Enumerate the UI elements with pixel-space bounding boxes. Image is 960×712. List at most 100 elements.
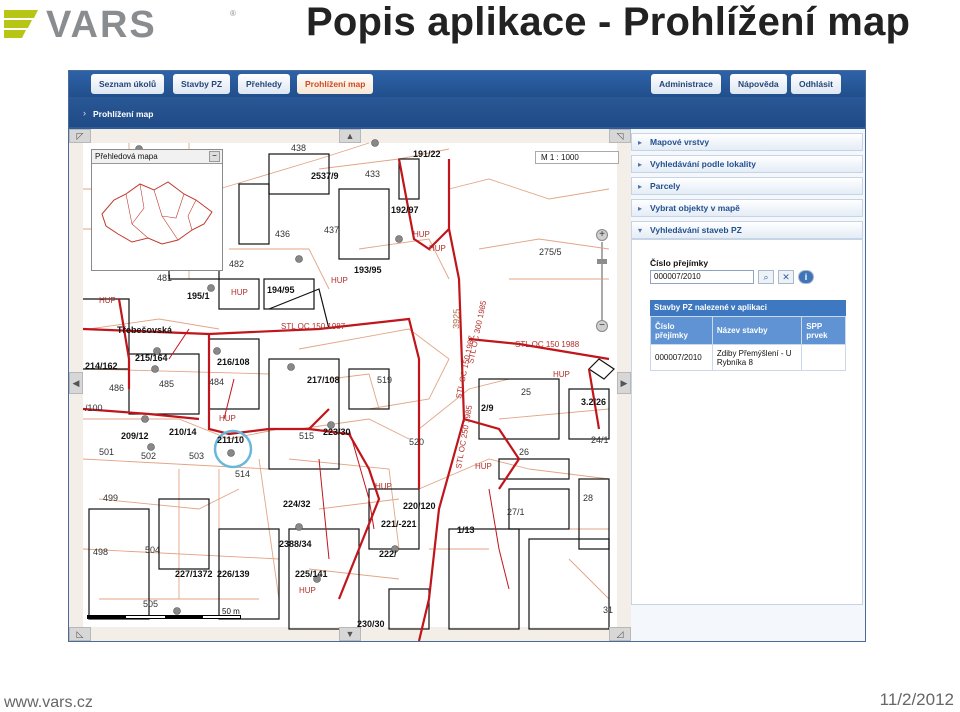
results-title: Stavby PZ nalezené v aplikaci	[650, 300, 846, 316]
zoom-slider-track[interactable]	[601, 242, 603, 320]
svg-text:3.2/26: 3.2/26	[581, 397, 606, 407]
col-cislo-prejimky[interactable]: Číslo přejímky	[650, 316, 713, 345]
svg-text:230/30: 230/30	[357, 619, 385, 629]
zoom-control[interactable]: + −	[596, 229, 608, 333]
svg-text:221/-221: 221/-221	[381, 519, 417, 529]
field-label-cislo-prejimky: Číslo přejímky	[650, 258, 709, 268]
svg-text:/100: /100	[85, 403, 103, 413]
svg-text:484: 484	[209, 377, 224, 387]
cell-spp[interactable]	[801, 344, 846, 371]
section-vyhledavani-staveb[interactable]: ▾ Vyhledávání staveb PZ	[631, 221, 863, 239]
svg-text:499: 499	[103, 493, 118, 503]
cell-cislo[interactable]: 000007/2010	[650, 344, 713, 371]
nav-prehledy[interactable]: Přehledy	[238, 74, 290, 94]
section-label: Vybrat objekty v mapě	[650, 203, 740, 213]
svg-text:223/30: 223/30	[323, 427, 351, 437]
clear-icon[interactable]: ✕	[778, 270, 794, 284]
pan-north-icon[interactable]: ▲	[339, 129, 361, 143]
svg-text:482: 482	[229, 259, 244, 269]
svg-text:501: 501	[99, 447, 114, 457]
svg-text:HUP: HUP	[219, 414, 236, 423]
svg-text:27/1: 27/1	[507, 507, 525, 517]
footer-url: www.vars.cz	[4, 694, 93, 711]
svg-text:222/: 222/	[379, 549, 397, 559]
zoom-out-button[interactable]: −	[596, 320, 608, 332]
svg-text:220/120: 220/120	[403, 501, 436, 511]
col-nazev-stavby[interactable]: Název stavby	[711, 316, 803, 345]
svg-text:438: 438	[291, 143, 306, 153]
breadcrumb-chevron-icon: ›	[83, 108, 86, 118]
svg-text:25: 25	[521, 387, 531, 397]
svg-text:519: 519	[377, 375, 392, 385]
svg-text:26: 26	[519, 447, 529, 457]
section-label: Mapové vrstvy	[650, 137, 710, 147]
col-spp-prvek[interactable]: SPP prvek	[801, 316, 846, 345]
svg-text:211/10: 211/10	[217, 435, 244, 445]
zoom-in-button[interactable]: +	[596, 229, 608, 241]
zoom-slider-thumb[interactable]	[597, 259, 607, 264]
svg-text:226/139: 226/139	[217, 569, 250, 579]
section-mapove-vrstvy[interactable]: ▸ Mapové vrstvy	[631, 133, 863, 151]
chevron-down-icon: ▾	[638, 226, 643, 235]
svg-text:437: 437	[324, 225, 339, 235]
svg-text:STL OC 150 1988: STL OC 150 1988	[515, 340, 580, 349]
scale-display: M 1 : 1000	[535, 151, 619, 164]
search-icon[interactable]: ⌕	[758, 270, 774, 284]
svg-text:215/164: 215/164	[135, 353, 168, 363]
svg-text:HUP: HUP	[413, 230, 430, 239]
svg-text:504: 504	[145, 545, 160, 555]
svg-text:214/162: 214/162	[85, 361, 118, 371]
svg-text:227/1372: 227/1372	[175, 569, 213, 579]
svg-text:HUP: HUP	[299, 586, 316, 595]
svg-text:2388/34: 2388/34	[279, 539, 312, 549]
pan-northwest-icon[interactable]: ◸	[69, 129, 91, 143]
overview-minimize-button[interactable]: −	[209, 151, 220, 162]
breadcrumb: › Prohlížení map	[69, 97, 865, 127]
app-window: Seznam úkolů Stavby PZ Přehledy Prohlíže…	[68, 70, 866, 642]
svg-text:224/32: 224/32	[283, 499, 311, 509]
nav-odhlasit[interactable]: Odhlásit	[791, 74, 842, 94]
section-parcely[interactable]: ▸ Parcely	[631, 177, 863, 195]
cislo-prejimky-input[interactable]: 000007/2010	[650, 270, 754, 284]
overview-map[interactable]: Přehledová mapa −	[91, 149, 223, 271]
svg-text:502: 502	[141, 451, 156, 461]
nav-napoveda[interactable]: Nápověda	[730, 74, 787, 94]
svg-text:191/22: 191/22	[413, 149, 441, 159]
pan-southeast-icon[interactable]: ◿	[609, 627, 631, 641]
svg-text:433: 433	[365, 169, 380, 179]
svg-text:HUP: HUP	[429, 244, 446, 253]
svg-text:HUP: HUP	[231, 288, 248, 297]
section-label: Parcely	[650, 181, 681, 191]
svg-text:3925: 3925	[451, 309, 462, 329]
slide-title: Popis aplikace - Prohlížení map	[306, 0, 911, 44]
section-vyhledavani-lokality[interactable]: ▸ Vyhledávání podle lokality	[631, 155, 863, 173]
svg-text:Třebešovská: Třebešovská	[117, 325, 173, 335]
section-vybrat-objekty[interactable]: ▸ Vybrat objekty v mapě	[631, 199, 863, 217]
svg-text:486: 486	[109, 383, 124, 393]
nav-administrace[interactable]: Administrace	[651, 74, 721, 94]
pan-east-icon[interactable]: ▶	[617, 372, 631, 394]
svg-text:1/13: 1/13	[457, 525, 475, 535]
svg-text:505: 505	[143, 599, 158, 609]
footer-date: 11/2/2012	[879, 690, 954, 709]
nav-seznam-ukolu[interactable]: Seznam úkolů	[91, 74, 165, 94]
logo-mark-icon	[4, 10, 38, 38]
nav-prohlizeni-map[interactable]: Prohlížení map	[297, 74, 374, 94]
svg-text:217/108: 217/108	[307, 375, 340, 385]
info-icon[interactable]: i	[798, 270, 814, 284]
scalebar-label: 50 m	[222, 607, 240, 616]
svg-text:216/108: 216/108	[217, 357, 250, 367]
nav-stavby-pz[interactable]: Stavby PZ	[173, 74, 231, 94]
pan-south-icon[interactable]: ▼	[339, 627, 361, 641]
table-row[interactable]: 000007/2010 Zdiby Přemýšlení - U Rybníka…	[650, 344, 846, 371]
svg-text:515: 515	[299, 431, 314, 441]
pan-west-icon[interactable]: ◀	[69, 372, 83, 394]
pan-northeast-icon[interactable]: ◹	[609, 129, 631, 143]
svg-text:HUP: HUP	[331, 276, 348, 285]
pan-southwest-icon[interactable]: ◺	[69, 627, 91, 641]
breadcrumb-label[interactable]: Prohlížení map	[93, 109, 153, 119]
chevron-right-icon: ▸	[638, 160, 643, 169]
map-canvas[interactable]: 438 191/22 2537/9 433 192/97 437 436 193…	[69, 129, 631, 641]
cell-nazev[interactable]: Zdiby Přemýšlení - U Rybníka 8	[711, 344, 803, 371]
top-navigation: Seznam úkolů Stavby PZ Přehledy Prohlíže…	[69, 71, 865, 97]
